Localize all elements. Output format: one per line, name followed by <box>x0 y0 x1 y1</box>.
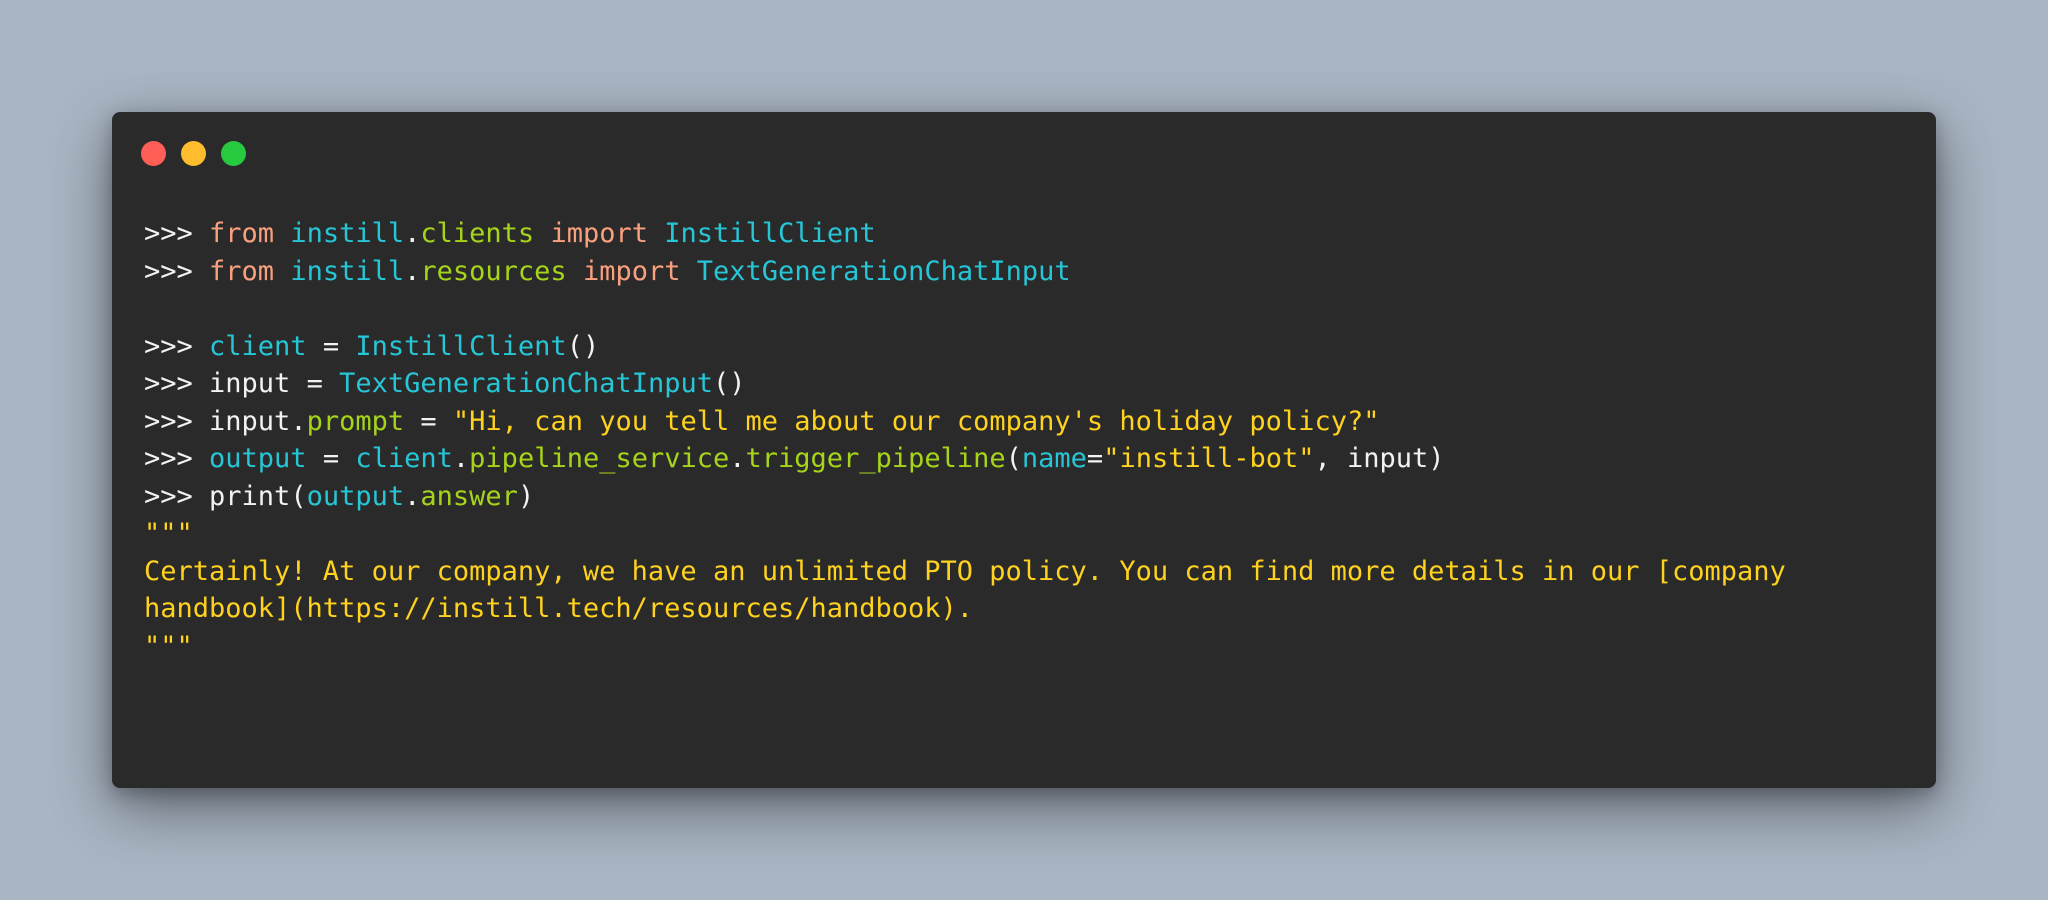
code-token: "Hi, can you tell me about our company's… <box>452 405 1380 437</box>
output-line: Certainly! At our company, we have an un… <box>144 555 1786 587</box>
code-token: input <box>209 405 291 437</box>
repl-prompt: >>> <box>144 368 210 399</box>
code-token: print <box>209 480 291 512</box>
maximize-button[interactable] <box>221 141 246 166</box>
terminal-window: >>> from instill.clients import InstillC… <box>112 112 1936 788</box>
code-token: = <box>306 330 356 362</box>
code-token: input <box>209 368 291 399</box>
output-line: handbook](https://instill.tech/resources… <box>144 593 974 624</box>
repl-prompt: >>> <box>144 480 210 512</box>
code-line: >>> input.prompt = "Hi, can you tell me … <box>144 403 1904 441</box>
repl-prompt: >>> <box>144 443 210 474</box>
code-token: () <box>566 330 600 362</box>
code-token: , input) <box>1314 443 1445 474</box>
code-token: . <box>290 405 307 437</box>
code-token: client <box>355 443 453 474</box>
code-token: from <box>209 218 275 249</box>
code-token: = <box>290 368 340 399</box>
window-controls <box>141 141 246 166</box>
code-token: . <box>404 255 421 287</box>
code-token: . <box>404 480 421 512</box>
code-token: . <box>729 443 746 474</box>
repl-prompt: >>> <box>144 255 210 287</box>
repl-prompt: >>> <box>144 405 210 437</box>
repl-prompt: >>> <box>144 330 210 362</box>
code-token: = <box>1086 443 1104 474</box>
code-token: . <box>404 218 421 249</box>
code-token: import <box>550 218 648 249</box>
code-token: output <box>209 443 307 474</box>
code-token: from <box>209 255 275 287</box>
code-line: >>> input = TextGenerationChatInput() <box>144 365 1904 403</box>
code-token: "instill-bot" <box>1103 443 1315 474</box>
minimize-button[interactable] <box>181 141 206 166</box>
code-line: >>> client = InstillClient() <box>144 328 1904 366</box>
code-token: instill <box>290 218 405 249</box>
code-line: >>> output = client.pipeline_service.tri… <box>144 440 1904 478</box>
output-line: """ <box>144 518 193 549</box>
code-token: ( <box>290 480 307 512</box>
code-token: InstillClient <box>355 330 567 362</box>
code-token: = <box>306 443 356 474</box>
code-token: clients <box>420 218 535 249</box>
code-token: resources <box>420 255 567 287</box>
code-token: . <box>452 443 470 474</box>
output-line: """ <box>144 630 193 662</box>
code-line: >>> from instill.resources import TextGe… <box>144 253 1904 291</box>
code-block: >>> from instill.clients import InstillC… <box>144 215 1904 665</box>
code-token: TextGenerationChatInput <box>696 255 1071 287</box>
code-token: pipeline_service <box>469 443 730 474</box>
code-token: ) <box>517 480 535 512</box>
code-token: answer <box>420 480 518 512</box>
code-token: trigger_pipeline <box>745 443 1006 474</box>
code-token: TextGenerationChatInput <box>339 368 713 399</box>
code-line: >>> print(output.answer) <box>144 478 1904 516</box>
code-token: import <box>582 255 681 287</box>
code-token: InstillClient <box>664 218 876 249</box>
code-token: ( <box>1005 443 1022 474</box>
close-button[interactable] <box>141 141 166 166</box>
code-token: output <box>306 480 405 512</box>
code-token: prompt <box>306 405 405 437</box>
code-token: = <box>404 405 453 437</box>
code-token: client <box>209 330 307 362</box>
code-token: name <box>1021 443 1087 474</box>
code-token: () <box>712 368 746 399</box>
code-line: >>> from instill.clients import InstillC… <box>144 215 1904 253</box>
code-token: instill <box>290 255 405 287</box>
repl-prompt: >>> <box>144 218 210 249</box>
